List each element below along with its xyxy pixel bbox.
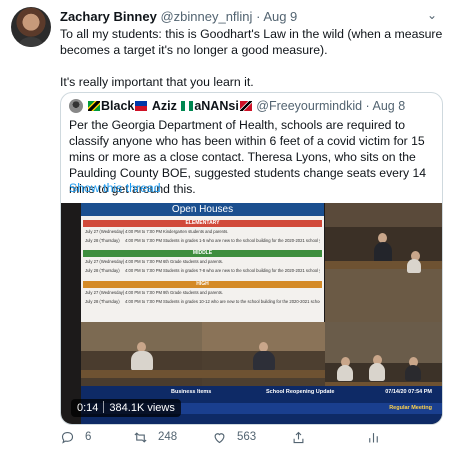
slide-row: July 27 (Wednesday)4:00 PM to 7:00 PM6th… xyxy=(85,259,224,264)
slide-row: July 27 (Wednesday)4:00 PM to 7:00 PMKin… xyxy=(85,229,229,234)
video-views: 384.1K views xyxy=(109,402,175,414)
video-time-badge: 0:14 384.1K views xyxy=(71,399,181,417)
tweet-text-paragraph: To all my students: this is Goodhart's L… xyxy=(60,27,443,57)
reply-count: 6 xyxy=(85,431,92,443)
slide-row: July 28 (Thursday) 4:00 PM to 7:00 PMStud… xyxy=(85,238,320,243)
slide-row: July 28 (Thursday) 4:00 PM to 7:00 PMStud… xyxy=(85,299,320,304)
lower-third-left: Business Items xyxy=(171,389,212,395)
lower-third-topic: School Reopening Update xyxy=(266,389,335,395)
like-count: 563 xyxy=(237,431,257,443)
quoted-avatar xyxy=(69,99,83,113)
quoted-tweet-header: Black Aziz aNANsi @Freeyourmindkid · Aug… xyxy=(69,99,405,115)
tweet-date[interactable]: Aug 9 xyxy=(263,9,297,24)
tweet-actions: 6 248 563 xyxy=(60,427,390,447)
retweet-button[interactable]: 248 xyxy=(133,427,177,447)
avatar[interactable] xyxy=(11,7,51,47)
quoted-date: Aug 8 xyxy=(372,99,406,113)
quoted-author-name-part: Aziz xyxy=(151,99,177,113)
video-slide-open-houses: Open Houses ELEMENTARY July 27 (Wednesda… xyxy=(81,203,324,322)
philippines-flag-icon xyxy=(135,101,148,111)
show-thread-link[interactable]: Show this thread xyxy=(69,181,161,195)
lower-third-datetime: 07/14/20 07:54 PM xyxy=(385,389,432,395)
camera-feed-speaker xyxy=(325,203,442,322)
heart-icon xyxy=(214,432,225,443)
share-button[interactable] xyxy=(291,427,306,447)
camera-feed-member-center xyxy=(202,322,325,386)
slide-title: Open Houses xyxy=(81,203,324,216)
separator-dot: · xyxy=(365,99,370,113)
like-button[interactable]: 563 xyxy=(212,427,256,447)
quoted-author-name-part: aNANsi xyxy=(194,99,239,113)
lower-third-meeting: Regular Meeting xyxy=(389,405,432,411)
retweet-count: 248 xyxy=(158,431,178,443)
slide-band-elementary: ELEMENTARY xyxy=(83,220,322,227)
tweet[interactable]: Zachary Binney @zbinney_nflinj · Aug 9 ⌄… xyxy=(0,0,452,453)
reply-button[interactable]: 6 xyxy=(60,427,91,447)
retweet-icon xyxy=(134,431,147,443)
slide-band-middle: MIDDLE xyxy=(83,250,322,257)
video-elapsed: 0:14 xyxy=(77,402,99,414)
slide-row: July 28 (Thursday) 4:00 PM to 7:00 PMStud… xyxy=(85,268,320,273)
trinidad-flag-icon xyxy=(239,101,252,111)
share-icon xyxy=(293,431,304,443)
tweet-header: Zachary Binney @zbinney_nflinj · Aug 9 ⌄ xyxy=(60,7,440,25)
slide-row: July 27 (Wednesday)4:00 PM to 7:00 PM9th… xyxy=(85,290,224,295)
chevron-down-icon[interactable]: ⌄ xyxy=(424,7,440,23)
nigeria-flag-icon xyxy=(181,101,194,111)
camera-feed-member-left xyxy=(81,322,202,386)
jamaica-flag-icon xyxy=(88,101,100,111)
quoted-author-name-part: Black xyxy=(101,99,135,113)
analytics-button[interactable] xyxy=(366,427,381,447)
reply-icon xyxy=(61,431,74,444)
slide-band-high: HIGH xyxy=(83,281,322,288)
quoted-tweet[interactable]: Black Aziz aNANsi @Freeyourmindkid · Aug… xyxy=(60,92,443,425)
author-name[interactable]: Zachary Binney xyxy=(60,9,157,24)
analytics-icon xyxy=(369,432,378,442)
author-handle[interactable]: @zbinney_nflinj xyxy=(160,9,252,24)
quoted-author-handle: @Freeyourmindkid xyxy=(256,99,363,113)
tweet-text-paragraph: It's really important that you learn it. xyxy=(60,75,254,89)
video-player[interactable]: Open Houses ELEMENTARY July 27 (Wednesda… xyxy=(61,203,442,424)
separator-dot: · xyxy=(256,9,261,24)
